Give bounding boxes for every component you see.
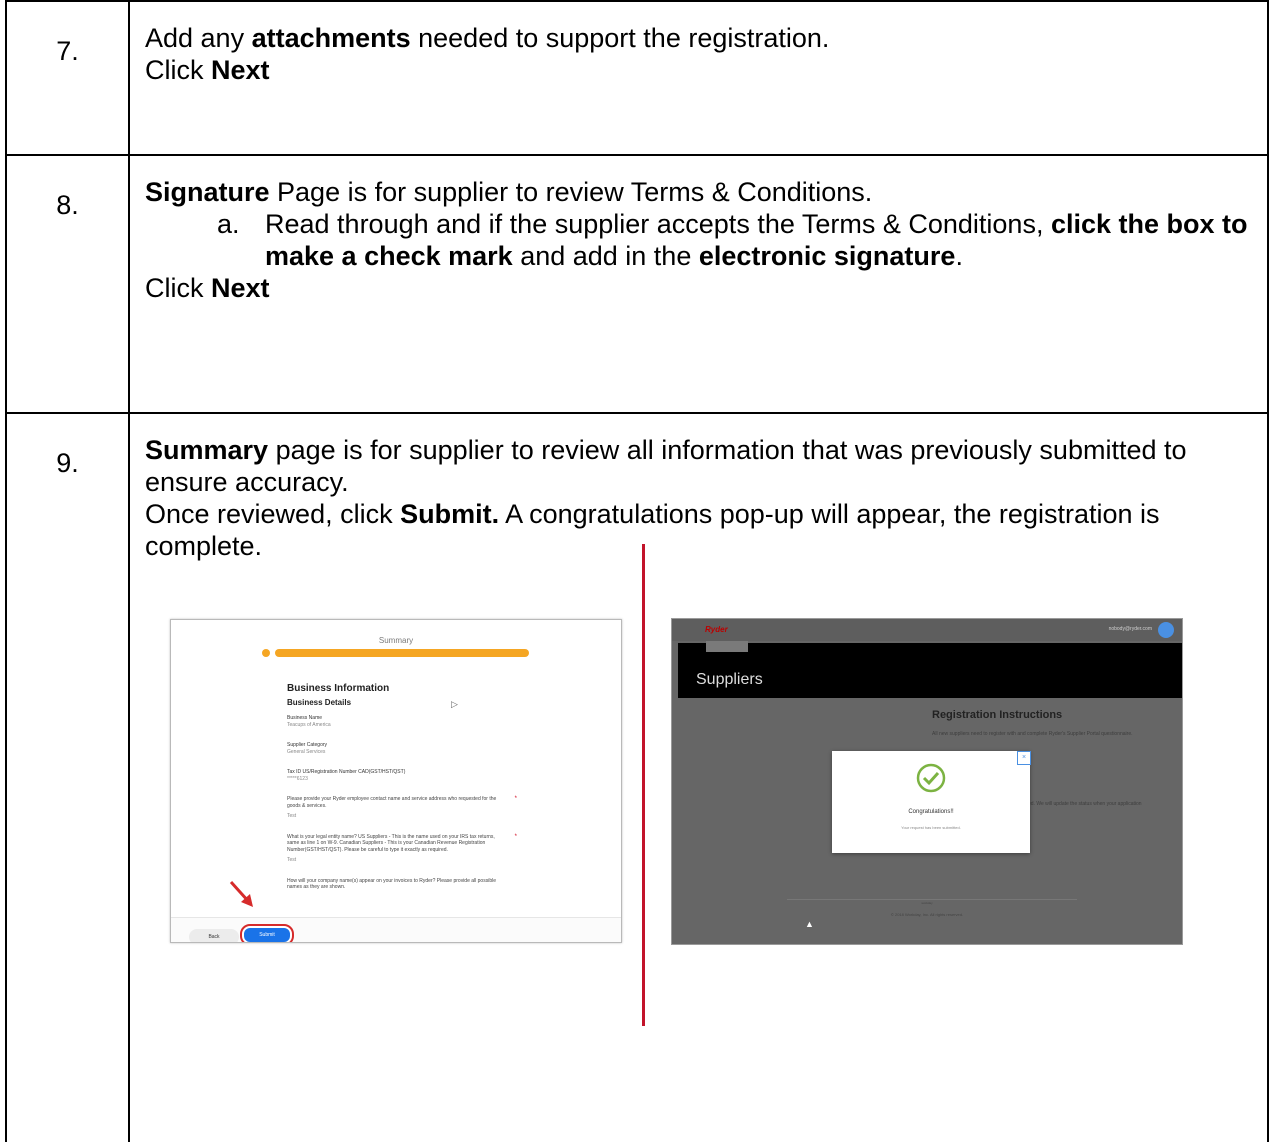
step-number: 7.: [5, 0, 130, 156]
question-answer: Test: [287, 813, 297, 819]
progress-bar: [275, 649, 529, 657]
section-heading: Business Information: [287, 683, 390, 694]
step-body: Signature Page is for supplier to review…: [128, 154, 1269, 414]
footer-brand: workday: [921, 901, 933, 905]
text: Add any: [145, 23, 252, 53]
progress-dot: [262, 649, 270, 657]
page-title: Suppliers: [696, 671, 763, 688]
modal-text: Your request has been submitted.: [901, 825, 961, 830]
text: .: [955, 241, 963, 271]
tab-strip: [706, 641, 748, 652]
required-marker: *: [514, 796, 517, 802]
summary-title: Summary: [378, 636, 414, 645]
check-circle-icon: [916, 763, 946, 793]
text: page is for supplier to review all infor…: [145, 435, 1187, 497]
section-subheading: Business Details: [287, 698, 352, 707]
field-value: *****6123: [287, 775, 308, 782]
click-instruction: Click Next: [145, 272, 1251, 304]
ryder-logo: Ryder: [705, 625, 728, 634]
bold-text: Next: [211, 55, 270, 85]
registration-heading: Registration Instructions: [932, 709, 1063, 721]
text: Click: [145, 273, 211, 303]
text: Page is for supplier to review Terms & C…: [269, 177, 873, 207]
bold-text: Signature: [145, 177, 270, 207]
question-text: How will your company name(s) appear on …: [287, 877, 496, 891]
congratulations-modal: × Congratulations!! Your request has bee…: [832, 751, 1031, 853]
step-line: Add any attachments needed to support th…: [145, 22, 1251, 54]
step-row-7: 7. Add any attachments needed to support…: [5, 0, 1269, 156]
mouse-cursor-icon: ▲: [805, 919, 814, 929]
close-icon[interactable]: ×: [1017, 751, 1031, 765]
modal-title: Congratulations!!: [908, 809, 954, 815]
bold-text: Summary: [145, 435, 269, 465]
text: needed to support the registration.: [410, 23, 830, 53]
field-value: General Services: [287, 748, 326, 755]
sub-step-text: Read through and if the supplier accepts…: [265, 208, 1251, 272]
red-arrow-icon: [229, 880, 253, 907]
question-answer: Test: [287, 857, 297, 863]
user-email: nobody@ryder.com: [1108, 626, 1152, 632]
registration-text: All new suppliers need to register with …: [932, 731, 1133, 737]
question: Please provide your Ryder employee conta…: [287, 796, 517, 809]
top-bar: [672, 619, 1182, 641]
footer-divider: [787, 899, 1077, 900]
step-line: Summary page is for supplier to review a…: [145, 434, 1251, 498]
back-button[interactable]: Back: [189, 929, 239, 942]
question-text: What is your legal entity name? US Suppl…: [287, 833, 495, 853]
bold-text: electronic signature: [698, 241, 956, 271]
status-text: ed. We will update the status when your …: [1028, 801, 1142, 807]
step-number: 9.: [5, 412, 130, 1142]
question: What is your legal entity name? US Suppl…: [287, 834, 517, 854]
text: Read through and if the supplier accepts…: [265, 209, 1051, 239]
sub-step: a. Read through and if the supplier acce…: [145, 208, 1251, 272]
congratulations-screenshot: Ryder nobody@ryder.com Suppliers Registr…: [671, 618, 1183, 945]
text: Click: [145, 55, 211, 85]
sub-step-letter: a.: [217, 209, 240, 239]
question-text: Please provide your Ryder employee conta…: [287, 796, 497, 809]
summary-content: Business Information Business Details Bu…: [287, 683, 517, 895]
text: Once reviewed, click: [145, 499, 401, 529]
click-instruction: Click Next: [145, 54, 1251, 86]
bold-text: Submit.: [400, 499, 500, 529]
step-row-8: 8. Signature Page is for supplier to rev…: [5, 154, 1269, 414]
required-marker: *: [514, 833, 517, 840]
question: How will your company name(s) appear on …: [287, 878, 517, 891]
step-number: 8.: [5, 154, 130, 414]
bold-text: attachments: [251, 23, 411, 53]
steps-table: 7. Add any attachments needed to support…: [5, 0, 1269, 1142]
footer-text: © 2018 Workday, Inc. All rights reserved…: [890, 912, 964, 917]
field-value: Teacups of America: [287, 721, 331, 728]
image-divider: [642, 544, 645, 1026]
summary-screenshot: Summary ▷ Business Information Business …: [170, 619, 622, 943]
step-body: Add any attachments needed to support th…: [128, 0, 1269, 156]
avatar[interactable]: [1158, 622, 1174, 638]
step-line: Signature Page is for supplier to review…: [145, 176, 1251, 208]
text: and add in the: [512, 241, 699, 271]
submit-button[interactable]: Submit: [240, 924, 294, 942]
bold-text: Next: [211, 273, 270, 303]
step-line: Once reviewed, click Submit. A congratul…: [145, 498, 1251, 562]
